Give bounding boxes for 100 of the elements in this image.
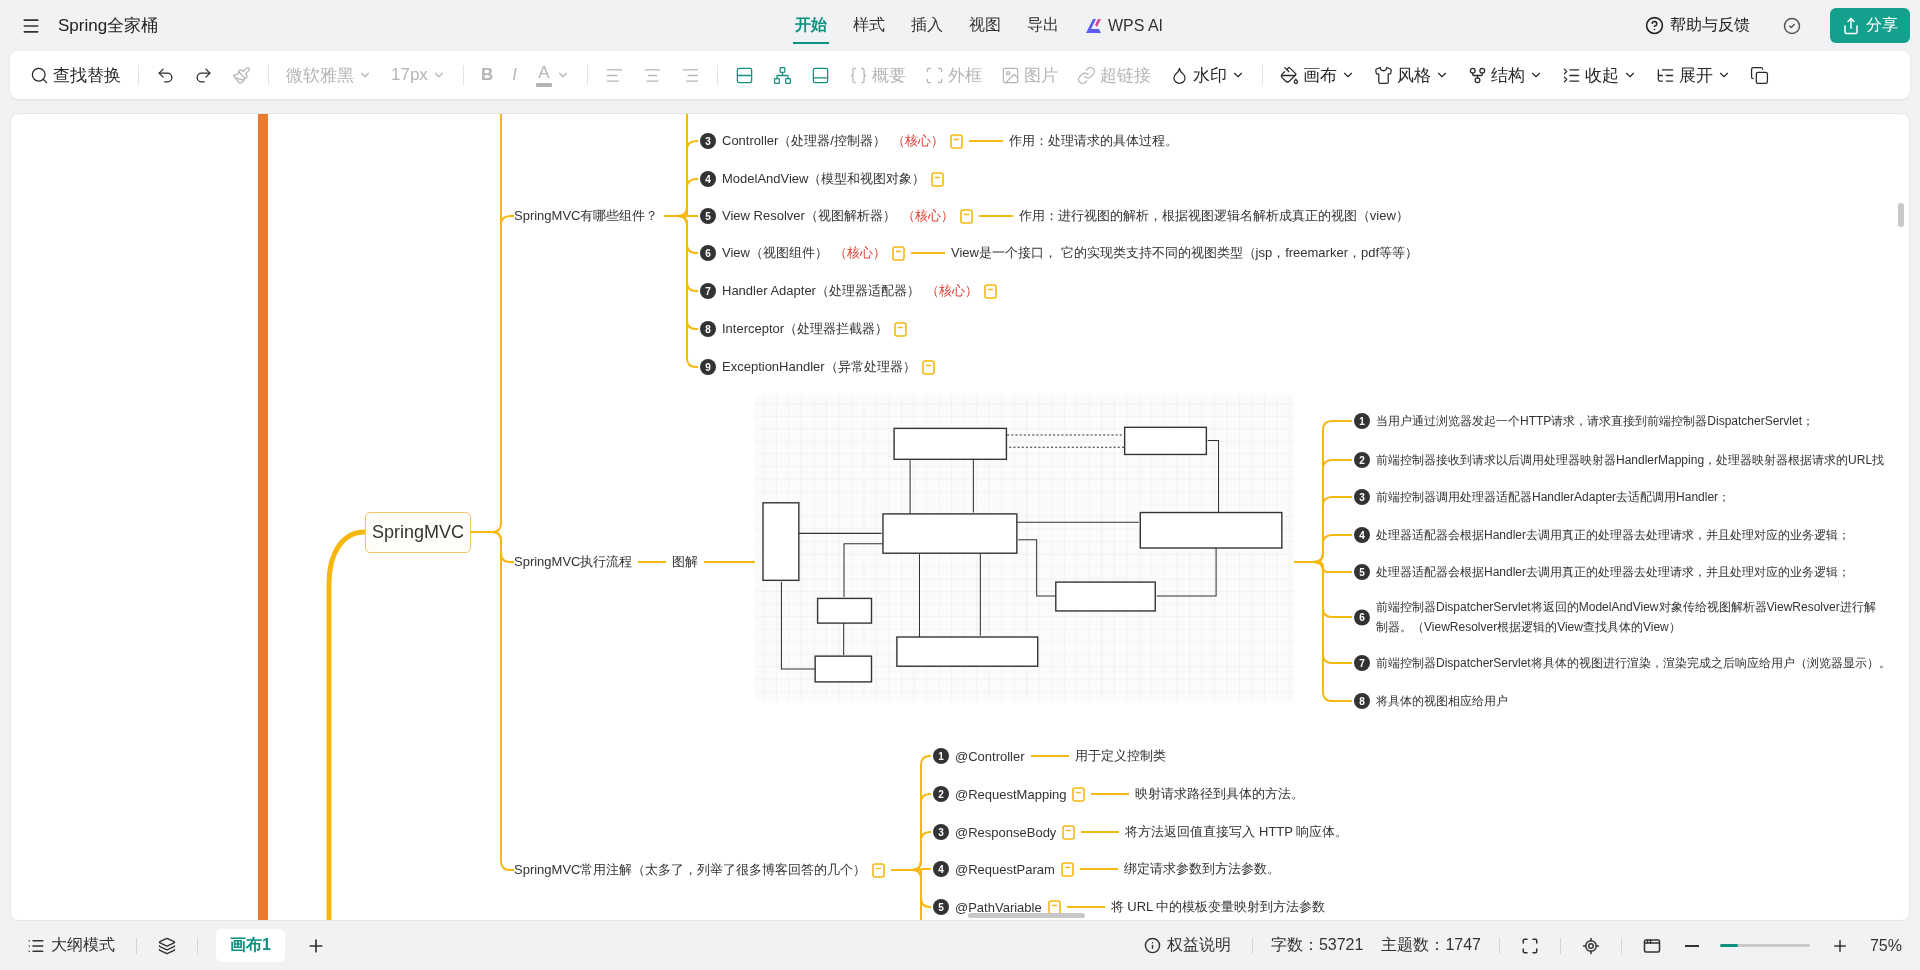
- horizontal-scrollbar[interactable]: [968, 913, 1085, 918]
- branch-line: [910, 252, 945, 254]
- toolbar-button[interactable]: 查找替换: [22, 58, 129, 92]
- topic-count: 主题数：1747: [1381, 935, 1481, 955]
- window-icon: [1642, 936, 1661, 955]
- note-icon: [1060, 861, 1074, 877]
- number-badge: 6: [1354, 609, 1370, 625]
- node-label: Interceptor（处理器拦截器）: [722, 320, 889, 338]
- root-node[interactable]: SpringMVC: [365, 512, 471, 553]
- number-badge: 8: [1354, 693, 1370, 709]
- rows-icon: [734, 65, 754, 85]
- number-badge: 4: [933, 861, 949, 877]
- zoom-reading: 75%: [1869, 936, 1902, 955]
- note-icon: [959, 208, 973, 224]
- image-icon: [1000, 65, 1020, 85]
- branch-line: [891, 869, 914, 871]
- network-icon: [772, 65, 792, 85]
- step-text: 处理器适配器会根据Handler去调用真正的处理器去处理请求，并且处理对应的业务逻辑；: [1376, 564, 1851, 580]
- panel-icon: [810, 65, 830, 85]
- number-badge: 4: [1354, 527, 1370, 543]
- canvas-tab[interactable]: 画布1: [216, 929, 285, 962]
- help-button[interactable]: 帮助与反馈: [1641, 11, 1754, 40]
- outline-button[interactable]: 大纲模式: [24, 932, 118, 959]
- share-icon: [1842, 16, 1860, 35]
- note-icon: [894, 321, 908, 337]
- node-label: @RequestMapping: [955, 786, 1067, 802]
- node-label: @PathVariable: [955, 899, 1042, 915]
- branch-line: [1091, 793, 1130, 795]
- number-badge: 3: [1354, 489, 1370, 505]
- core-tag: （核心）: [925, 282, 978, 300]
- detail-text: 作用：进行视图的解析，根据视图逻辑名解析成真正的视图（view）: [1018, 207, 1409, 225]
- branch-line: [978, 215, 1013, 217]
- note-icon: [921, 359, 935, 375]
- node-label: @RequestParam: [955, 861, 1055, 877]
- detail-text: 将方法返回值直接写入 HTTP 响应体。: [1125, 823, 1349, 841]
- zoom-slider[interactable]: [1719, 944, 1810, 947]
- braces-icon: [848, 65, 868, 85]
- paint-bucket-icon: [1279, 65, 1299, 85]
- document-title: Spring全家桶: [58, 15, 159, 37]
- number-badge: 5: [933, 899, 949, 915]
- node-label: @Controller: [955, 748, 1025, 764]
- number-badge: 9: [700, 359, 716, 375]
- dropdown-button[interactable]: 风格: [1365, 58, 1457, 92]
- shirt-icon: [1373, 65, 1393, 85]
- word-count: 字数：53721: [1270, 935, 1364, 955]
- note-icon: [891, 245, 905, 261]
- branch-line: [704, 561, 755, 563]
- copy-icon: [1749, 65, 1769, 85]
- fit-icon: [1520, 936, 1539, 955]
- note-icon: [1062, 824, 1076, 840]
- menu-tab[interactable]: 视图: [966, 7, 1003, 44]
- detail-text: 作用：处理请求的具体过程。: [1008, 132, 1178, 150]
- number-badge: 7: [700, 283, 716, 299]
- number-badge: 4: [700, 171, 716, 187]
- number-badge: 7: [1354, 655, 1370, 671]
- scan-icon: [924, 65, 944, 85]
- number-badge: 1: [1354, 413, 1370, 429]
- number-badge: 2: [1354, 452, 1370, 468]
- step-text: 当用户通过浏览器发起一个HTTP请求，请求直接到前端控制器DispatcherServlet；: [1376, 413, 1815, 429]
- dropdown-button[interactable]: 展开: [1647, 58, 1739, 92]
- brush-icon: [232, 65, 251, 85]
- node-label: 图解: [672, 553, 698, 571]
- note-icon: [872, 862, 886, 878]
- menu-tab[interactable]: 插入: [908, 7, 945, 44]
- ai-logo-icon: [1084, 17, 1103, 34]
- branch-line: [968, 140, 1003, 142]
- node-label: SpringMVC有哪些组件？: [514, 207, 659, 225]
- node-label: ExceptionHandler（异常处理器）: [722, 358, 916, 376]
- number-badge: 2: [933, 786, 949, 802]
- branch-line: [1081, 831, 1120, 833]
- ai-button[interactable]: WPS AI: [1082, 10, 1166, 41]
- search-icon: [30, 65, 49, 85]
- detail-text: 绑定请求参数到方法参数。: [1123, 860, 1280, 878]
- note-icon: [931, 171, 945, 187]
- node-label: SpringMVC执行流程: [514, 553, 633, 571]
- number-badge: 3: [700, 133, 716, 149]
- fork-icon: [1467, 65, 1487, 85]
- core-tag: （核心）: [833, 244, 886, 262]
- info-icon: [1143, 937, 1161, 954]
- number-badge: 5: [700, 208, 716, 224]
- node-label: Controller（处理器/控制器）: [722, 132, 886, 150]
- menu-tab[interactable]: 开始: [792, 7, 829, 44]
- branch-line: [664, 215, 681, 217]
- help-icon: [1645, 16, 1664, 35]
- dropdown-button[interactable]: 结构: [1459, 58, 1551, 92]
- dropdown-button[interactable]: 画布: [1271, 58, 1363, 92]
- layers-icon: [158, 936, 176, 955]
- dropdown-button[interactable]: 水印: [1161, 58, 1253, 92]
- branch-line: [1066, 906, 1105, 908]
- link-icon: [1076, 65, 1096, 85]
- detail-text: 用于定义控制类: [1074, 747, 1166, 765]
- vertical-scrollbar[interactable]: [1898, 203, 1904, 227]
- rights-button[interactable]: 权益说明: [1140, 932, 1234, 959]
- menu-tab[interactable]: 样式: [850, 7, 887, 44]
- dropdown-button[interactable]: 收起: [1553, 58, 1645, 92]
- menu-tab[interactable]: 导出: [1024, 7, 1061, 44]
- locate-icon: [1581, 936, 1600, 955]
- node-label: View（视图组件）: [722, 244, 828, 262]
- step-text: 前端控制器DispatcherServlet将返回的ModelAndView对象传给视图解析器ViewResolver进行解: [1376, 599, 1876, 615]
- node-label: View Resolver（视图解析器）: [722, 207, 896, 225]
